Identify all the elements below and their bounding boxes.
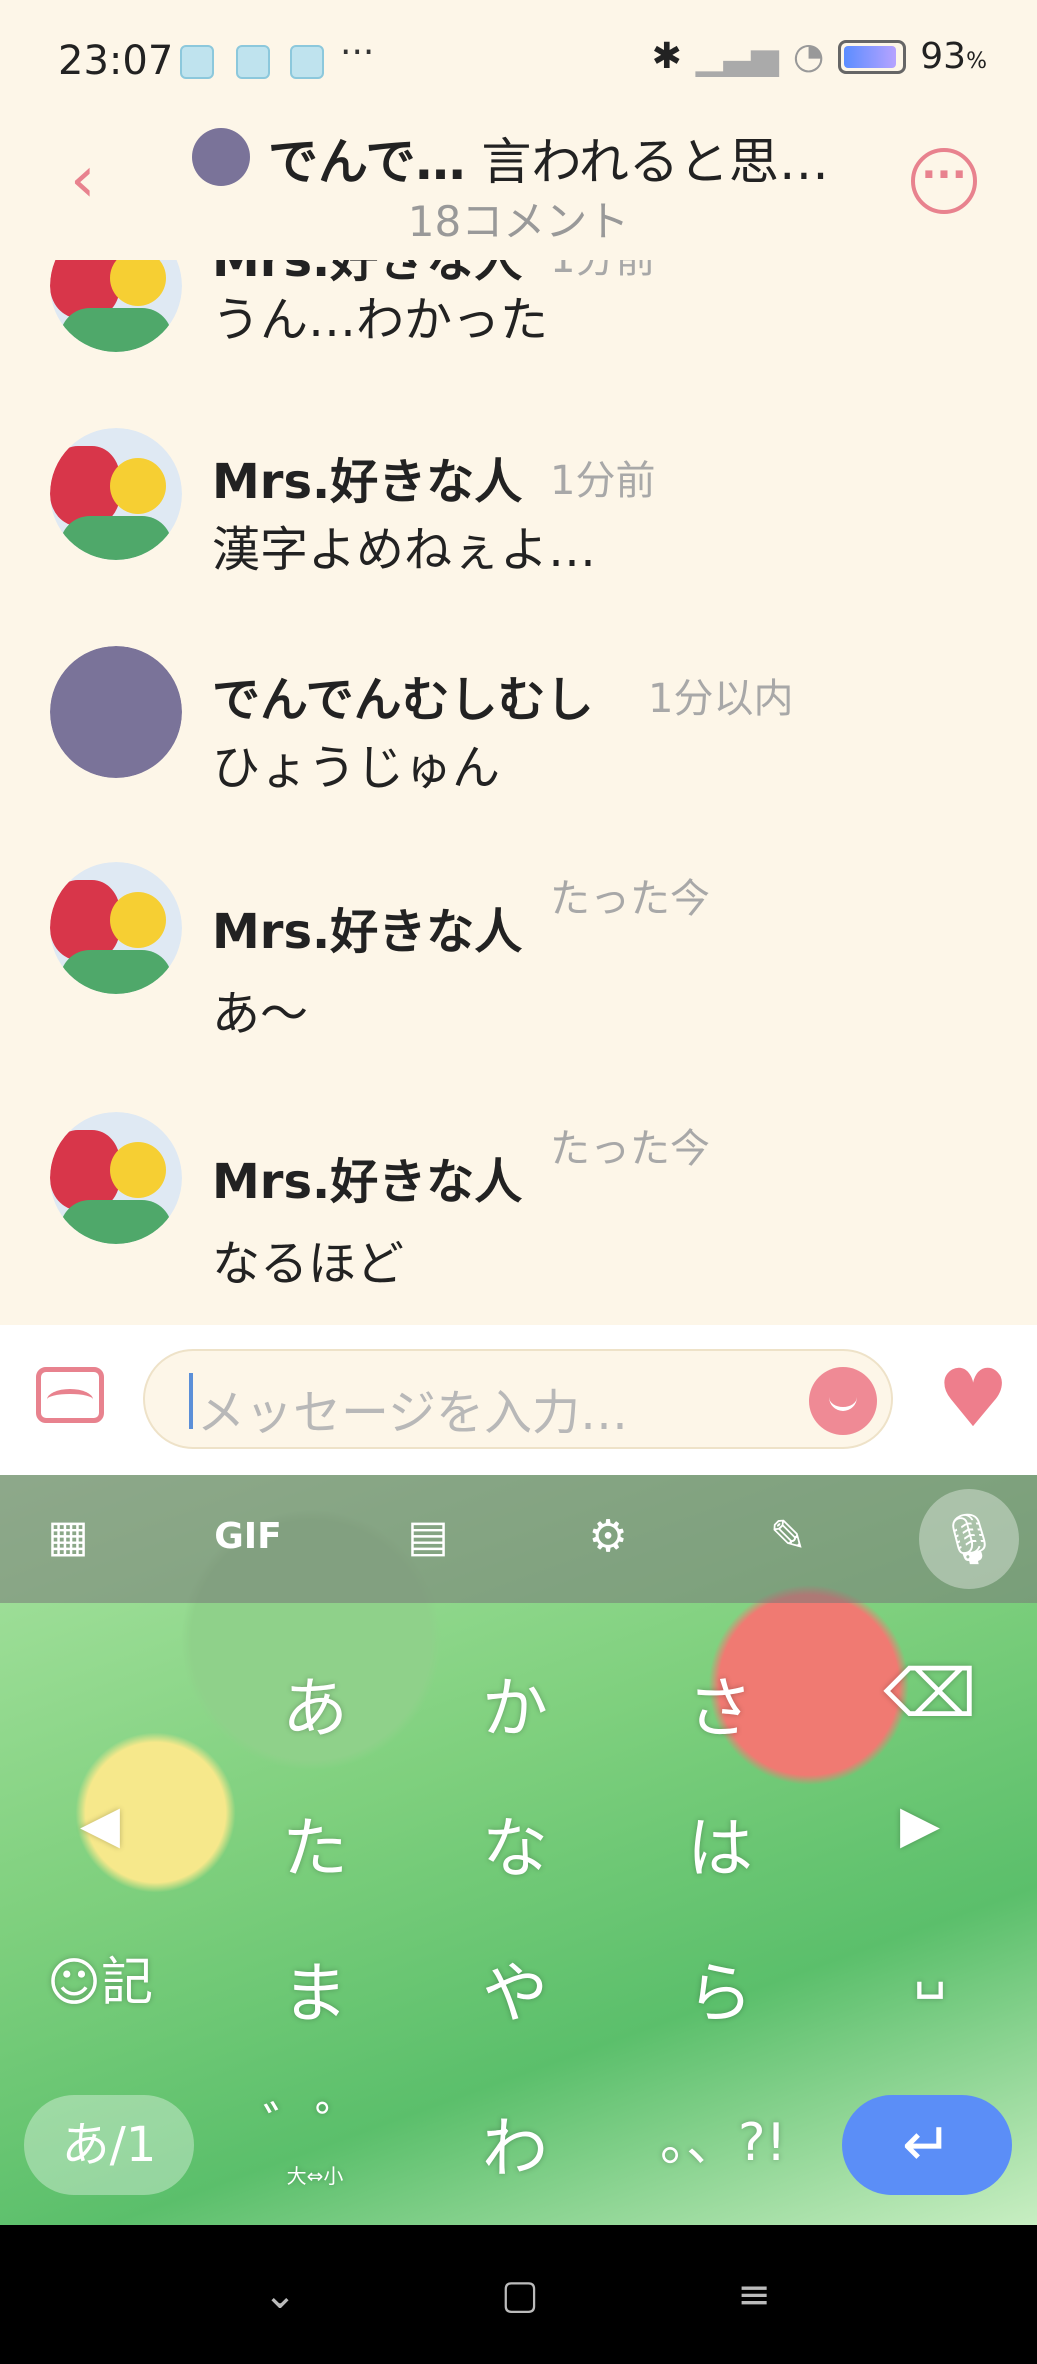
emoji-kigou-key[interactable]: ☺記 [40,1940,160,2015]
comment-count: 18コメント [407,197,630,246]
message-text: 漢字よめねぇよ… [212,522,597,578]
mode-switch-key[interactable]: あ/1 [24,2095,194,2195]
message-time: 1分以内 [648,676,794,722]
battery-percent: 93% [920,36,987,77]
message-time: たった今 [550,1126,710,1172]
sender-name: Mrs.好きな人 [212,1154,523,1210]
recents-nav-icon[interactable]: ≡ [724,2265,784,2325]
page-title: でんで… 言われると思… [268,122,829,194]
sender-name: Mrs.好きな人 [212,454,523,510]
microphone-icon[interactable]: 🎙 [919,1489,1019,1589]
punctuation-key[interactable]: 。、?! [660,2100,786,2175]
heart-icon[interactable]: ♥ [937,1359,1009,1439]
key-ya[interactable]: や [455,1940,575,2036]
key-ka[interactable]: か [455,1655,575,1751]
battery-fill [844,45,896,68]
key-ra[interactable]: ら [660,1940,780,2036]
sender-name: でんでんむしむし [212,672,594,728]
home-nav-icon[interactable]: ▢ [490,2265,550,2325]
left-arrow-icon[interactable]: ◀ [40,1795,160,1855]
key-na[interactable]: な [455,1795,575,1891]
edit-icon[interactable]: ✎ [752,1501,824,1573]
message-text: なるほど [212,1236,405,1292]
dakuten-key[interactable]: ゛゜ 大⇔小 [255,2085,375,2189]
title-user: でんで… [268,133,466,191]
app-notification-icon [180,45,214,79]
signal-icon: ▁▃▅ [695,36,779,77]
key-ta[interactable]: た [255,1795,375,1891]
gif-button[interactable]: GIF [212,1501,284,1573]
key-ha[interactable]: は [660,1795,780,1891]
keyboard-toolbar: ▦ GIF ▤ ⚙ ✎ 🎙 [0,1475,1037,1603]
bluetooth-icon: ✱ [651,36,682,77]
backspace-icon[interactable]: ⌫ [870,1655,990,1732]
more-notifications-icon: ··· [340,32,375,73]
app-notification-icon [236,45,270,79]
status-time: 23:07 [58,38,174,84]
back-nav-icon[interactable]: ⌄ [250,2265,310,2325]
key-sa[interactable]: さ [660,1655,780,1751]
battery-icon [838,39,907,74]
key-ma[interactable]: ま [255,1940,375,2036]
more-icon[interactable]: ··· [911,148,977,214]
avatar[interactable] [50,428,182,560]
right-arrow-icon[interactable]: ▶ [860,1795,980,1855]
message-time: 1分前 [550,260,655,284]
wifi-icon: ◔ [792,36,825,77]
message-text: ひょうじゅん [212,740,501,796]
navigation-bar: ⌄ ▢ ≡ [0,2225,1037,2364]
message-list[interactable]: Mrs.好きな人 1分前 うん…わかった Mrs.好きな人 1分前 漢字よめねぇ… [0,260,1037,1325]
avatar[interactable] [192,128,250,186]
keyboard: ▦ GIF ▤ ⚙ ✎ 🎙 あ か さ ⌫ ◀ た な は ▶ ☺記 ま や ら… [0,1475,1037,2225]
chat-header: ‹ でんで… 言われると思… 18コメント ··· [0,110,1037,260]
input-placeholder: メッセージを入力… [197,1385,629,1441]
message-time: 1分前 [550,458,656,504]
message-time: たった今 [550,876,710,922]
gear-icon[interactable]: ⚙ [572,1501,644,1573]
message-input-bar: メッセージを入力… ♥ [0,1325,1037,1475]
key-wa[interactable]: わ [455,2095,575,2191]
status-right: ✱ ▁▃▅ ◔ 93% [652,36,987,77]
avatar[interactable] [50,260,182,352]
status-bar: 23:07 ··· ✱ ▁▃▅ ◔ 93% [0,0,1037,120]
emoji-icon[interactable] [809,1367,877,1435]
apps-grid-icon[interactable]: ▦ [32,1501,104,1573]
clipboard-icon[interactable]: ▤ [392,1501,464,1573]
sender-name: Mrs.好きな人 [212,904,523,960]
avatar[interactable] [50,862,182,994]
message-text: うん…わかった [212,292,549,348]
text-caret [189,1373,193,1429]
key-a[interactable]: あ [255,1655,375,1751]
app-notification-icon [290,45,324,79]
enter-icon[interactable]: ↵ [842,2095,1012,2195]
message-text: あ～ [212,986,309,1042]
image-icon[interactable] [36,1367,104,1423]
space-key[interactable]: ␣ [870,1940,990,2000]
avatar[interactable] [50,646,182,778]
title-text: 言われると思… [481,133,829,191]
message-input[interactable]: メッセージを入力… [143,1349,893,1449]
avatar[interactable] [50,1112,182,1244]
